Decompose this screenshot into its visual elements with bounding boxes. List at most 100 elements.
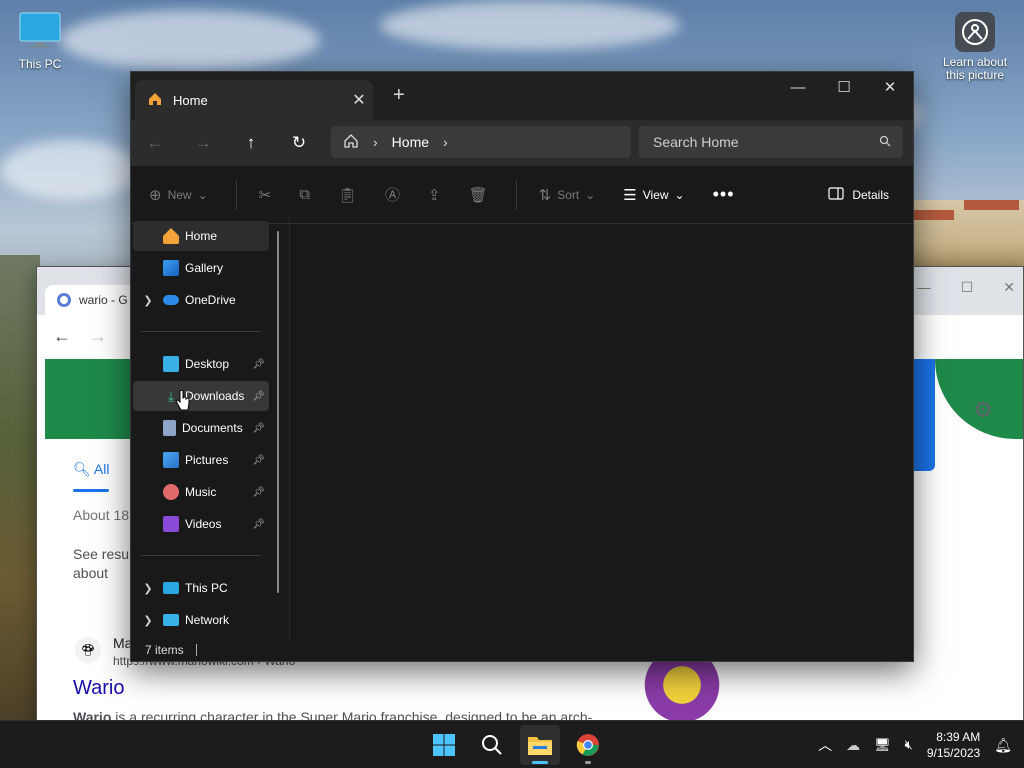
back-arrow-icon[interactable]: ← [53, 326, 71, 347]
paste-button[interactable]: 📋︎ [338, 186, 357, 204]
desktop-folder-icon [163, 356, 179, 372]
search-button[interactable] [472, 725, 512, 765]
sidebar-item-documents[interactable]: Documents 📌︎ [133, 413, 269, 443]
minimize-icon[interactable]: — [917, 279, 931, 296]
divider [141, 331, 261, 332]
chrome-icon [576, 734, 599, 756]
desktop-icon-label: This PC [18, 57, 62, 71]
divider [515, 179, 517, 210]
search-tab-all[interactable]: 🔍︎ All [73, 461, 109, 478]
view-button[interactable]: ☰ View ⌄ [623, 186, 684, 204]
chevron-right-icon[interactable]: ❯ [133, 294, 163, 307]
cut-button[interactable]: ✂ [259, 186, 272, 204]
settings-gear-icon[interactable]: ⚙ [973, 397, 993, 423]
maximize-button[interactable]: ☐ [821, 72, 867, 102]
search-box[interactable]: Search Home [639, 126, 903, 158]
chevron-down-icon: ⌄ [674, 187, 685, 202]
network-status-icon[interactable]: 🖥︎ [874, 737, 891, 753]
close-icon[interactable]: ✕ [1003, 279, 1015, 296]
up-button[interactable]: ↑ [227, 120, 275, 166]
network-icon [163, 614, 179, 626]
chevron-down-icon: ⌄ [585, 187, 596, 202]
chevron-right-icon[interactable]: ❯ [133, 582, 163, 595]
sort-button[interactable]: ⇅ Sort ⌄ [539, 186, 596, 204]
maximize-icon[interactable]: ☐ [961, 279, 974, 296]
back-button[interactable]: ← [131, 120, 179, 166]
sidebar-item-network[interactable]: ❯ Network [133, 605, 269, 635]
copy-button[interactable]: ⧉ [299, 186, 310, 203]
video-icon [163, 516, 179, 532]
plus-circle-icon: ⊕ [149, 186, 162, 204]
chrome-taskbar-button[interactable] [568, 725, 608, 765]
new-tab-plus-icon[interactable]: + [393, 84, 405, 107]
minimize-button[interactable]: — [775, 72, 821, 102]
desktop-icon-label: Learn about this picture [942, 55, 1008, 82]
share-button[interactable]: ⇪ [428, 186, 441, 204]
clipboard-icon: 📋︎ [337, 186, 357, 204]
document-icon [163, 420, 176, 436]
gallery-icon [163, 260, 179, 276]
status-bar: 7 items [131, 639, 913, 661]
divider [235, 179, 237, 210]
volume-muted-icon[interactable]: 🔇︎ [905, 737, 913, 753]
explorer-tab-home[interactable]: Home ✕ [135, 80, 373, 120]
scissors-icon: ✂ [258, 186, 272, 204]
sidebar-item-pictures[interactable]: Pictures 📌︎ [133, 445, 269, 475]
chevron-right-icon[interactable]: › [443, 134, 448, 150]
details-pane-icon [828, 186, 844, 203]
file-explorer-taskbar-button[interactable] [520, 725, 560, 765]
notification-bell-icon[interactable]: 🔔︎ [994, 737, 1012, 754]
start-button[interactable] [424, 725, 464, 765]
pin-icon: 📌︎ [252, 390, 265, 402]
rename-button[interactable]: Ⓐ [385, 184, 400, 205]
sidebar-item-videos[interactable]: Videos 📌︎ [133, 509, 269, 539]
sidebar-item-desktop[interactable]: Desktop 📌︎ [133, 349, 269, 379]
sidebar-item-downloads[interactable]: ⤓ Downloads 📌︎ [133, 381, 269, 411]
desktop-icon-this-pc[interactable]: This PC [0, 12, 80, 71]
tab-label: Home [173, 92, 208, 108]
clock[interactable]: 8:39 AM 9/15/2023 [927, 729, 980, 761]
sidebar-item-music[interactable]: Music 📌︎ [133, 477, 269, 507]
item-count: 7 items [145, 643, 184, 657]
see-results-text: See resul about [73, 546, 133, 581]
divider [141, 555, 261, 556]
results-count: About 18. [73, 507, 133, 523]
address-bar[interactable]: › Home › [331, 126, 631, 158]
close-tab-icon[interactable]: ✕ [345, 90, 373, 110]
close-button[interactable]: ✕ [867, 72, 913, 102]
pin-icon: 📌︎ [252, 486, 265, 498]
monitor-icon [163, 582, 179, 594]
music-icon [163, 484, 179, 500]
chevron-right-icon[interactable]: › [373, 134, 378, 150]
camera-icon [955, 12, 995, 52]
chevron-right-icon[interactable]: ❯ [133, 614, 163, 627]
pane-divider[interactable] [289, 215, 290, 641]
sidebar-scrollbar[interactable] [277, 231, 279, 593]
desktop-icon-learn-about-picture[interactable]: Learn about this picture [935, 12, 1015, 82]
delete-button[interactable]: 🗑︎ [469, 186, 488, 204]
tab-underline [73, 489, 109, 492]
onedrive-cloud-icon[interactable]: ☁ [846, 737, 860, 754]
sidebar-item-this-pc[interactable]: ❯ This PC [133, 573, 269, 603]
sidebar-item-onedrive[interactable]: ❯ OneDrive [133, 285, 269, 315]
system-tray: ︿ ☁ 🖥︎ 🔇︎ 8:39 AM 9/15/2023 🔔︎ [818, 721, 1012, 768]
forward-button[interactable]: → [179, 120, 227, 166]
result-title-link[interactable]: Wario [73, 677, 124, 700]
details-button[interactable]: Details [828, 186, 889, 203]
file-explorer-window[interactable]: Home ✕ + — ☐ ✕ ← → ↑ ↻ › Home › Search H… [130, 71, 914, 662]
title-bar: Home ✕ + — ☐ ✕ [131, 72, 913, 120]
wario-thumbnail[interactable] [637, 657, 727, 725]
chevron-up-icon[interactable]: ︿ [818, 735, 832, 755]
breadcrumb-home[interactable]: Home [392, 134, 429, 150]
navigation-pane: Home Gallery ❯ OneDrive Desktop 📌︎ ⤓ Dow… [131, 215, 289, 635]
new-button[interactable]: ⊕ New ⌄ [149, 186, 208, 204]
search-icon: 🔍︎ [73, 461, 91, 477]
pin-icon: 📌︎ [252, 358, 265, 370]
sidebar-item-gallery[interactable]: Gallery [133, 253, 269, 283]
rename-icon: Ⓐ [385, 187, 401, 204]
refresh-button[interactable]: ↻ [275, 120, 323, 166]
clock-time: 8:39 AM [936, 730, 981, 744]
forward-arrow-icon[interactable]: → [89, 326, 107, 347]
see-more-button[interactable]: ••• [713, 184, 735, 205]
sidebar-item-home[interactable]: Home [133, 221, 269, 251]
